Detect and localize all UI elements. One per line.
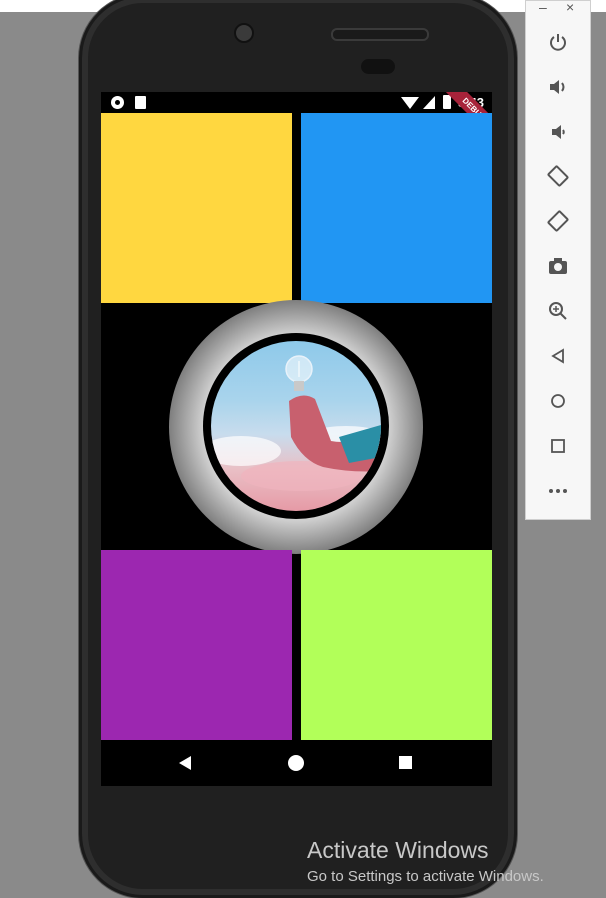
lightbulb-hand-image	[285, 355, 381, 472]
back-icon[interactable]	[179, 756, 191, 770]
rotate-right-icon[interactable]	[545, 208, 571, 234]
tile-yellow[interactable]	[101, 113, 292, 303]
activate-windows-watermark: Activate Windows Go to Settings to activ…	[307, 837, 544, 885]
recents-icon[interactable]	[399, 756, 412, 769]
wifi-icon	[401, 97, 419, 109]
home-icon[interactable]	[288, 755, 304, 771]
sd-card-icon	[135, 96, 146, 109]
more-icon[interactable]	[545, 478, 571, 504]
status-bar: 8:43	[101, 92, 492, 113]
tile-purple[interactable]	[101, 550, 292, 740]
battery-icon	[443, 95, 451, 109]
watermark-line-1: Activate Windows	[307, 837, 489, 863]
earpiece-speaker	[331, 28, 429, 41]
back-icon[interactable]	[545, 343, 571, 369]
overview-icon[interactable]	[545, 433, 571, 459]
minimize-button[interactable]: –	[539, 0, 547, 15]
volume-down-icon[interactable]	[545, 119, 571, 145]
zoom-icon[interactable]	[545, 298, 571, 324]
home-icon[interactable]	[545, 388, 571, 414]
tile-blue[interactable]	[301, 113, 492, 303]
app-screen: 8:43 DEBUG	[101, 92, 492, 786]
signal-icon	[423, 96, 435, 109]
avatar[interactable]	[211, 341, 381, 511]
rotate-left-icon[interactable]	[545, 163, 571, 189]
emulator-toolbar: – ×	[525, 0, 591, 520]
watermark-line-2: Go to Settings to activate Windows.	[307, 868, 544, 885]
camera-icon[interactable]	[545, 253, 571, 279]
power-icon[interactable]	[545, 29, 571, 55]
volume-up-icon[interactable]	[545, 74, 571, 100]
record-icon	[111, 96, 124, 109]
android-nav-bar	[101, 740, 492, 786]
proximity-sensor	[361, 59, 395, 74]
tile-lime[interactable]	[301, 550, 492, 740]
front-camera-icon	[234, 23, 254, 43]
close-button[interactable]: ×	[566, 0, 574, 15]
